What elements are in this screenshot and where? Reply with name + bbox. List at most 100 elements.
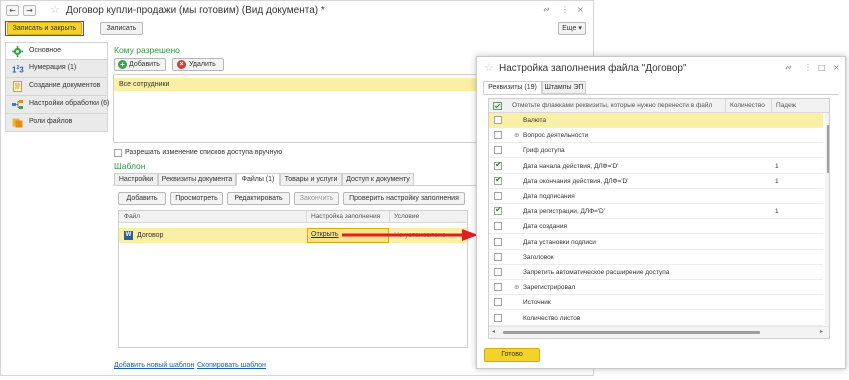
tab-requisites[interactable]: Реквизиты (19) (483, 81, 542, 94)
template-finish-button[interactable]: Закончить (294, 192, 339, 205)
template-view-button[interactable]: Просмотреть (170, 192, 223, 205)
title-bar: ← → ☆ Договор купли-продажи (мы готовим)… (1, 1, 593, 19)
check-fill-settings-button[interactable]: Проверить настройку заполнения (343, 192, 465, 205)
column-header-fill-setting: Настройка заполнения (311, 213, 381, 220)
requisite-name: Заголовок (523, 253, 554, 261)
table-row[interactable]: ✔ Дата регистрации, ДЛФ='D' 1 (489, 204, 823, 220)
document-icon (12, 81, 23, 92)
requisite-quantity: 1 (775, 162, 779, 170)
file-roles-icon (12, 117, 23, 128)
more-menu-icon[interactable]: ⋮ (804, 63, 812, 72)
dialog-tabs-divider (483, 94, 839, 95)
table-row[interactable]: Заголовок (489, 250, 823, 265)
checkbox-checked[interactable]: ✔ (494, 174, 502, 185)
table-row[interactable]: ⊕ Вопрос деятельности (489, 128, 823, 144)
access-add-button[interactable]: + Добавить (114, 58, 166, 71)
checkbox[interactable] (494, 252, 502, 261)
window-title: Договор купли-продажи (мы готовим) (Вид … (66, 5, 325, 16)
close-icon[interactable]: × (833, 63, 840, 72)
checkbox[interactable] (494, 131, 502, 140)
sidebar: Основное 123 Нумерация (1) Создание доку… (5, 42, 109, 132)
table-row[interactable]: Дата установки подписи (489, 235, 823, 250)
table-row[interactable]: ✔ Дата окончания действия, ДЛФ='D' 1 (489, 174, 823, 189)
sidebar-item-label: Роли файлов (29, 118, 73, 125)
horizontal-scrollbar-thumb[interactable] (503, 331, 760, 334)
table-row[interactable]: Запретить автоматическое расширение дост… (489, 265, 823, 280)
horizontal-scrollbar[interactable]: ◂ ▸ (489, 326, 829, 338)
sidebar-item-main[interactable]: Основное (5, 42, 108, 60)
column-header-condition: Условие (394, 213, 420, 220)
checkbox[interactable] (494, 298, 502, 307)
tab-settings[interactable]: Настройки (114, 173, 158, 186)
close-icon[interactable]: × (577, 5, 584, 14)
link-icon[interactable] (784, 63, 793, 74)
table-settings-icon[interactable] (493, 102, 502, 112)
copy-template-link[interactable]: Скопировать шаблон (197, 362, 266, 369)
table-header: Файл Настройка заполнения Условие (119, 211, 467, 223)
table-row[interactable]: Валюта (489, 113, 823, 128)
dialog-title: Настройка заполнения файла "Договор" (499, 63, 687, 74)
tab-goods-services[interactable]: Товары и услуги (280, 173, 342, 186)
plus-icon: + (118, 60, 127, 69)
allow-change-checkbox[interactable] (114, 149, 122, 157)
checkbox-checked[interactable]: ✔ (494, 159, 502, 170)
requisite-quantity: 1 (775, 177, 779, 185)
allow-change-label: Разрешать изменение списков доступа вруч… (125, 149, 283, 156)
restore-icon[interactable]: □ (818, 63, 826, 72)
column-divider (306, 211, 307, 223)
gear-icon (12, 46, 23, 57)
link-icon[interactable] (542, 5, 551, 16)
favorite-star-icon[interactable]: ☆ (484, 61, 494, 74)
checkbox[interactable] (494, 116, 502, 124)
sidebar-item-file-roles[interactable]: Роли файлов (5, 114, 108, 132)
tab-document-access[interactable]: Доступ к документу (342, 173, 414, 186)
requisite-name: Дата регистрации, ДЛФ='D' (523, 208, 605, 216)
sidebar-item-create-documents[interactable]: Создание документов (5, 78, 108, 96)
expand-icon[interactable]: ⊕ (514, 283, 519, 291)
more-button[interactable]: Еще ▾ (558, 22, 586, 35)
template-edit-button[interactable]: Редактировать (227, 192, 290, 205)
vertical-scrollbar-thumb[interactable] (827, 125, 829, 173)
table-row[interactable]: Дата подписания (489, 189, 823, 204)
save-button[interactable]: Записать (100, 22, 143, 35)
checkbox[interactable] (494, 268, 502, 276)
add-new-template-link[interactable]: Добавить новый шаблон (114, 362, 194, 369)
checkmark-icon: ✔ (495, 159, 502, 169)
access-delete-button[interactable]: × Удалить (172, 58, 224, 71)
checkbox[interactable] (494, 283, 502, 292)
checkbox[interactable] (494, 313, 502, 322)
word-file-icon: W (124, 231, 133, 240)
checkbox[interactable] (494, 146, 502, 155)
checkbox[interactable] (494, 192, 502, 200)
back-button[interactable]: ← (6, 5, 19, 16)
template-add-button[interactable]: Добавить (118, 192, 166, 205)
table-row[interactable]: Источник (489, 295, 823, 311)
scroll-right-icon[interactable]: ▸ (820, 328, 823, 335)
table-row[interactable]: Дата создания (489, 219, 823, 235)
access-section-title: Кому разрешено (114, 45, 180, 55)
processing-icon (12, 99, 23, 110)
table-row[interactable]: Гриф доступа (489, 143, 823, 159)
tab-document-requisites[interactable]: Реквизиты документа (158, 173, 236, 186)
expand-icon[interactable]: ⊕ (514, 131, 519, 139)
more-menu-icon[interactable]: ⋮ (561, 5, 569, 14)
open-fill-setting-link[interactable]: Открыть (311, 231, 339, 238)
tab-signature-stamps[interactable]: Штампы ЭП (542, 81, 586, 94)
sidebar-item-processing-settings[interactable]: Настройки обработки (6) (5, 96, 109, 114)
table-row[interactable]: ✔ Дата начала действия, ДЛФ='D' 1 (489, 159, 823, 174)
sidebar-item-numbering[interactable]: 123 Нумерация (1) (5, 60, 108, 78)
tab-files[interactable]: Файлы (1) (236, 173, 280, 186)
checkbox[interactable] (494, 237, 502, 246)
table-row[interactable]: ⊕ Зарегистрировал (489, 280, 823, 296)
checkbox[interactable] (494, 222, 502, 231)
requisite-name: Дата подписания (523, 193, 575, 200)
done-button[interactable]: Готово (484, 348, 540, 362)
favorite-star-icon[interactable]: ☆ (50, 3, 60, 16)
table-row[interactable]: Количество листов (489, 311, 823, 326)
checkmark-icon: ✔ (495, 174, 502, 184)
checkbox-checked[interactable]: ✔ (494, 205, 502, 216)
template-section-title: Шаблон (114, 161, 146, 171)
table-header: Отметьте флажками реквизиты, которые нуж… (489, 99, 829, 113)
scroll-left-icon[interactable]: ◂ (492, 328, 495, 335)
forward-button[interactable]: → (23, 5, 36, 16)
